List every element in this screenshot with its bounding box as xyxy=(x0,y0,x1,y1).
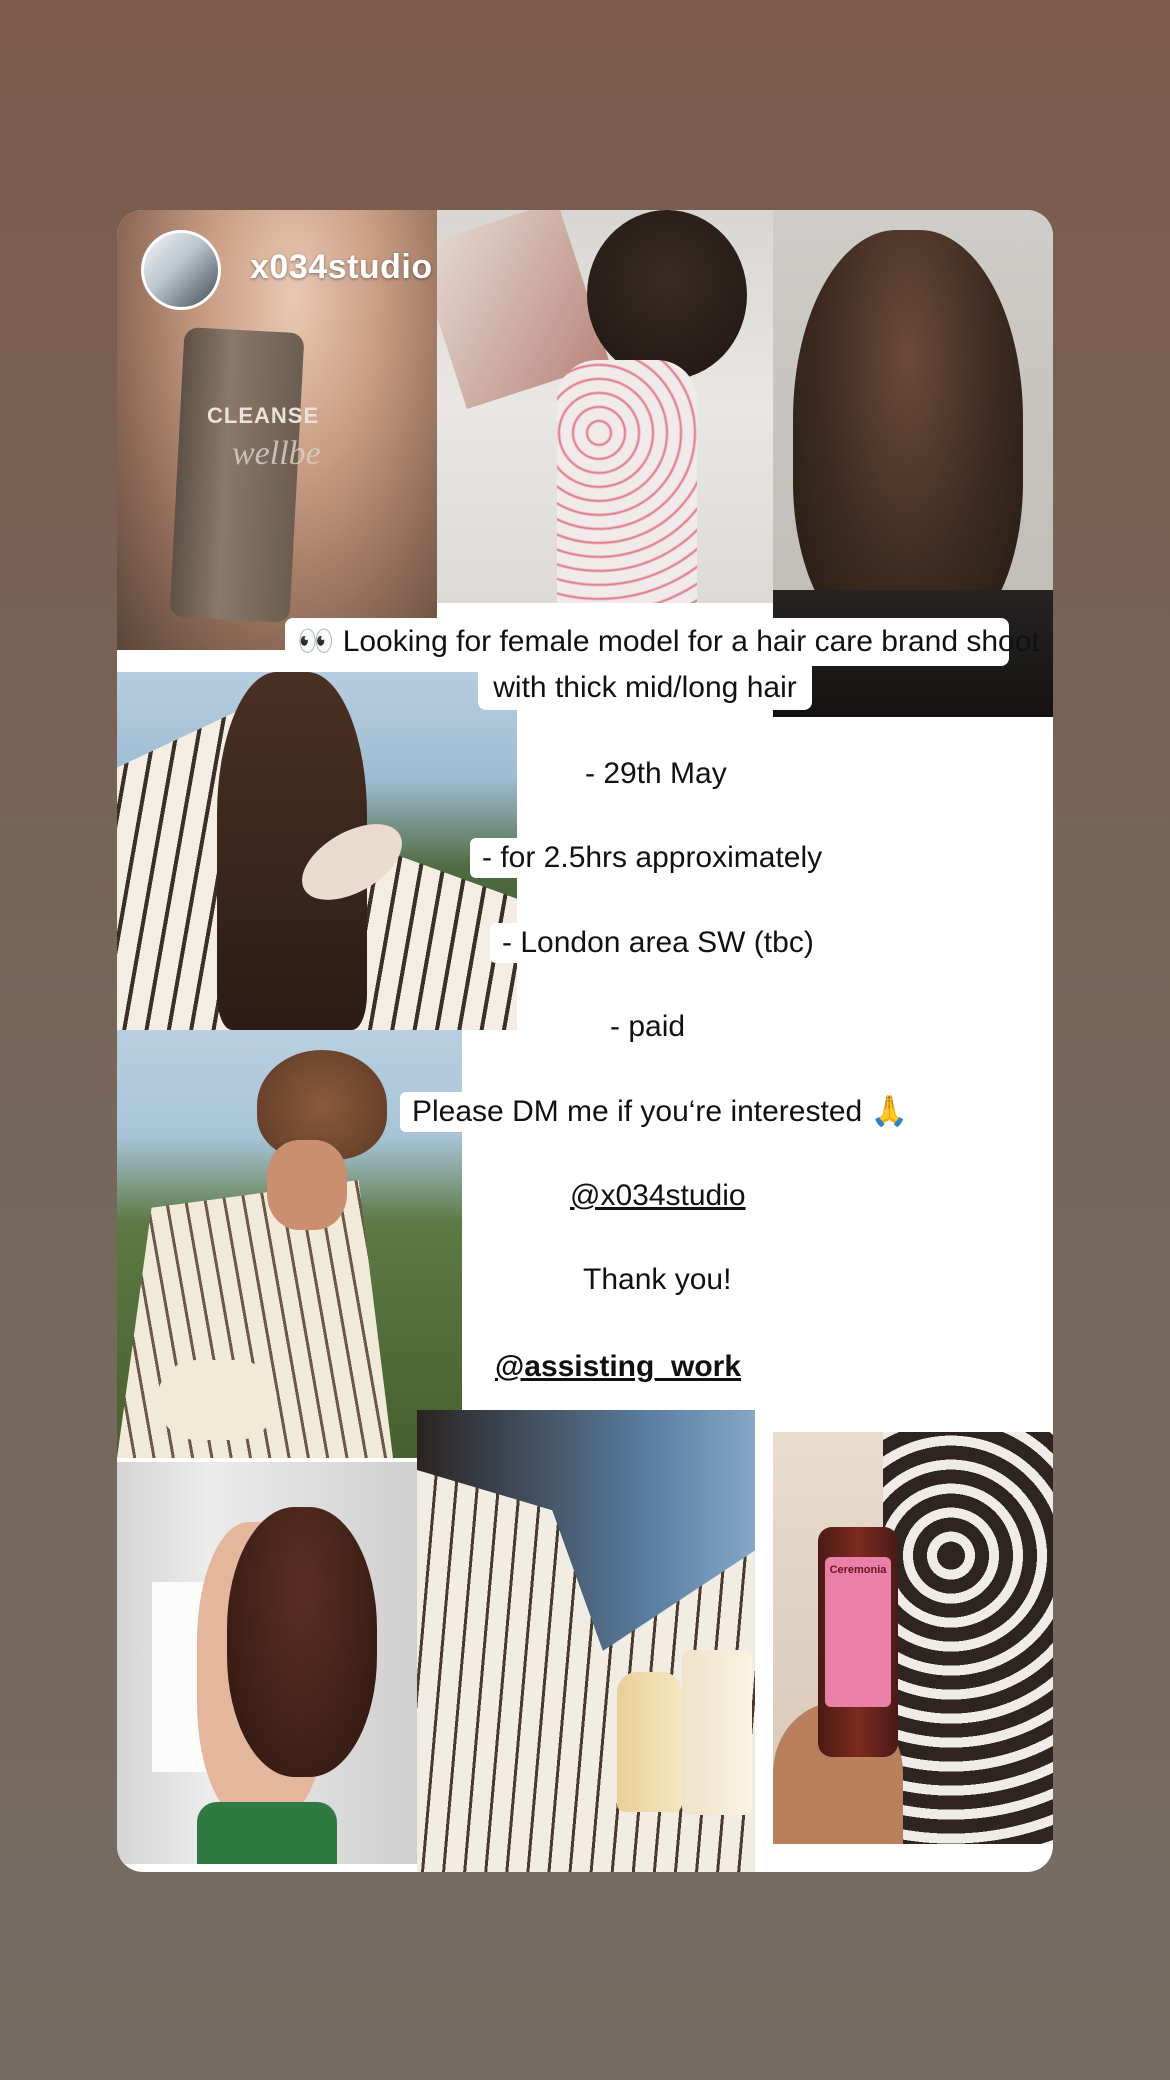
hair-rollers xyxy=(587,210,747,380)
photo-brushing-hair xyxy=(117,672,517,1030)
wavy-hair xyxy=(793,230,1023,650)
thank-you-text: Thank you! xyxy=(571,1260,744,1300)
detail-duration: - for 2.5hrs approximately xyxy=(470,838,835,878)
green-top xyxy=(197,1802,337,1864)
username[interactable]: x034studio xyxy=(250,248,433,287)
photo-hair-rollers xyxy=(437,210,773,603)
product-tube xyxy=(682,1650,752,1815)
ceremonia-brand-label: Ceremonia xyxy=(829,1564,887,1576)
shampoo-label xyxy=(825,1557,891,1707)
face xyxy=(267,1140,347,1230)
detail-location: - London area SW (tbc) xyxy=(490,923,826,963)
handbag xyxy=(157,1360,277,1440)
avatar[interactable] xyxy=(141,230,221,310)
curly-hair xyxy=(227,1507,377,1777)
detail-date: - 29th May xyxy=(573,754,739,794)
headline-line-2: with thick mid/long hair xyxy=(478,666,812,710)
mention-assisting-work[interactable]: @assisting_work xyxy=(483,1347,754,1387)
cleanse-bottle-label: CLEANSE xyxy=(207,403,320,428)
dm-call-to-action: Please DM me if you‘re interested 🙏 xyxy=(400,1092,920,1132)
wellbe-bottle-label: wellbe xyxy=(232,435,321,472)
headline-line-1: 👀 Looking for female model for a hair ca… xyxy=(285,618,1040,666)
cleanse-bottle xyxy=(169,327,305,623)
foamy-hair xyxy=(883,1432,1053,1844)
floral-nightdress xyxy=(557,360,697,603)
story-card: CLEANSE wellbe Ceremonia x034studio 👀 Lo… xyxy=(117,210,1053,1872)
detail-paid: - paid xyxy=(598,1007,698,1047)
photo-curly-hair-back xyxy=(117,1462,417,1864)
mention-x034studio[interactable]: @x034studio xyxy=(558,1176,758,1216)
headline-sticker: 👀 Looking for female model for a hair ca… xyxy=(285,618,1040,710)
photo-robe-products xyxy=(417,1410,755,1872)
product-tube xyxy=(617,1672,682,1812)
photo-ceremonia-shampoo: Ceremonia xyxy=(773,1432,1053,1844)
